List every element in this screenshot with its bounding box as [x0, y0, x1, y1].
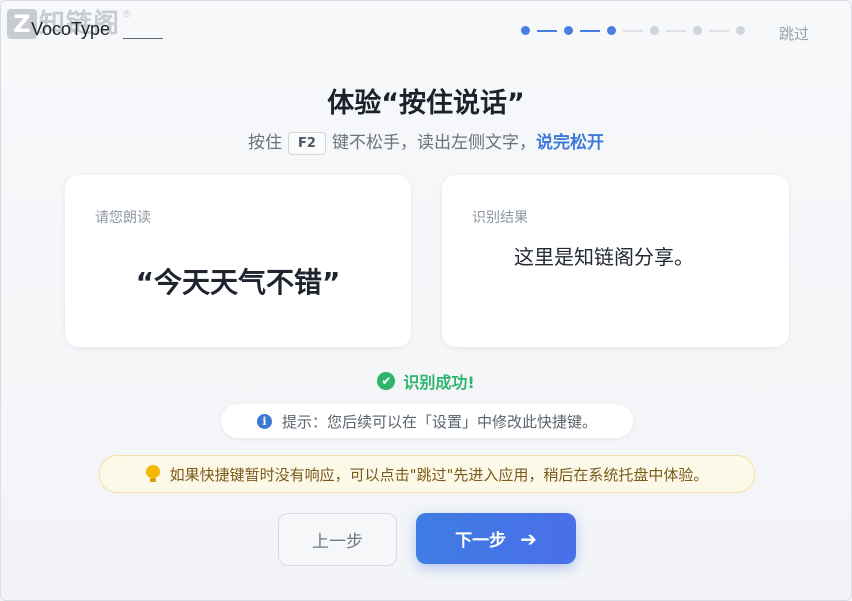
step-connector-4	[666, 29, 686, 32]
check-circle-icon: ✔	[377, 372, 396, 390]
fallback-notice-text: 如果快捷键暂时没有响应，可以点击"跳过"先进入应用，稍后在系统托盘中体验。	[169, 465, 709, 484]
step-connector-5	[709, 29, 729, 32]
instruction-line: 按住 F2 键不松手，读出左侧文字，说完松开	[1, 128, 851, 155]
next-step-label: 下一步	[455, 531, 507, 551]
instruction-highlight: 说完松开	[535, 133, 604, 153]
recognition-status: ✔ 识别成功!	[1, 369, 851, 393]
recognition-result-card: 识别结果 这里是知链阁分享。	[442, 175, 789, 347]
fallback-notice: 如果快捷键暂时没有响应，可以点击"跳过"先进入应用，稍后在系统托盘中体验。	[99, 455, 755, 493]
instruction-prefix: 按住	[248, 133, 283, 153]
app-title: VocoType	[31, 19, 164, 39]
step-progress	[521, 26, 745, 35]
recognition-status-text: 识别成功!	[403, 373, 475, 392]
step-dot-4	[650, 26, 659, 35]
recognition-result-text: 这里是知链阁分享。	[514, 245, 694, 269]
read-prompt-label: 请您朗读	[95, 210, 151, 226]
read-prompt-card: 请您朗读 “今天天气不错”	[65, 175, 411, 347]
previous-step-button[interactable]: 上一步	[278, 513, 397, 566]
read-prompt-text: “今天天气不错”	[135, 266, 341, 299]
page-title: 体验“按住说话”	[327, 88, 525, 119]
step-dot-3	[607, 26, 616, 35]
previous-step-label: 上一步	[312, 532, 363, 552]
recognition-result-label: 识别结果	[472, 210, 528, 226]
step-connector-1	[537, 29, 557, 32]
step-dot-1	[521, 26, 530, 35]
step-connector-2	[580, 29, 600, 32]
step-connector-3	[623, 29, 643, 32]
info-icon: i	[256, 413, 272, 429]
hotkey-tip-text: 提示：您后续可以在「设置」中修改此快捷键。	[281, 412, 597, 431]
hotkey-badge: F2	[288, 132, 326, 155]
next-step-button[interactable]: 下一步 ➔	[416, 513, 576, 564]
step-dot-6	[736, 26, 745, 35]
step-dot-2	[564, 26, 573, 35]
skip-link[interactable]: 跳过	[779, 23, 809, 44]
watermark-registered-mark: ®	[122, 8, 133, 20]
app-window: Z 知链阁 ® VocoType 跳过 体验“按住说话” 按住 F2 键不松手，读出…	[0, 0, 852, 601]
lightbulb-icon	[145, 465, 160, 483]
hotkey-tip: i 提示：您后续可以在「设置」中修改此快捷键。	[221, 404, 633, 438]
arrow-right-icon: ➔	[520, 526, 537, 551]
instruction-middle: 键不松手，读出左侧文字，	[331, 133, 536, 153]
step-dot-5	[693, 26, 702, 35]
